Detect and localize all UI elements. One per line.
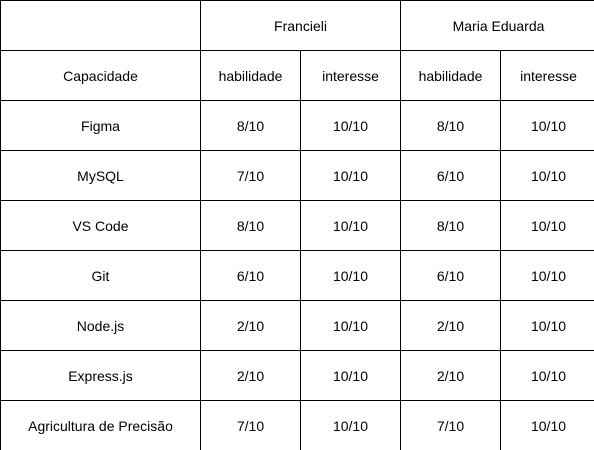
- value-cell: 10/10: [300, 300, 401, 351]
- table-row: Git 6/10 10/10 6/10 10/10: [0, 250, 594, 301]
- value-cell: 10/10: [499, 350, 594, 401]
- value-cell: 7/10: [200, 400, 301, 450]
- value-cell: 8/10: [200, 200, 301, 251]
- value-cell: 8/10: [400, 100, 501, 151]
- value-cell: 6/10: [200, 250, 301, 301]
- capacidade-cell: Agricultura de Precisão: [0, 400, 201, 450]
- value-cell: 10/10: [499, 400, 594, 450]
- value-cell: 8/10: [400, 200, 501, 251]
- person-header-francieli: Francieli: [200, 0, 401, 51]
- value-cell: 6/10: [400, 250, 501, 301]
- value-cell: 10/10: [300, 100, 401, 151]
- value-cell: 7/10: [200, 150, 301, 201]
- table-row: MySQL 7/10 10/10 6/10 10/10: [0, 150, 594, 201]
- capacidade-header: Capacidade: [0, 50, 201, 101]
- table-row: Express.js 2/10 10/10 2/10 10/10: [0, 350, 594, 401]
- value-cell: 2/10: [200, 350, 301, 401]
- value-cell: 8/10: [200, 100, 301, 151]
- table-row: Agricultura de Precisão 7/10 10/10 7/10 …: [0, 400, 594, 450]
- table-row: VS Code 8/10 10/10 8/10 10/10: [0, 200, 594, 251]
- value-cell: 10/10: [300, 350, 401, 401]
- value-cell: 10/10: [499, 100, 594, 151]
- person-header-row: Francieli Maria Eduarda: [0, 0, 594, 51]
- skills-table-container: Francieli Maria Eduarda Capacidade habil…: [0, 0, 594, 450]
- skills-table: Francieli Maria Eduarda Capacidade habil…: [0, 0, 594, 450]
- value-cell: 2/10: [400, 350, 501, 401]
- table-row: Figma 8/10 10/10 8/10 10/10: [0, 100, 594, 151]
- table-row: Node.js 2/10 10/10 2/10 10/10: [0, 300, 594, 351]
- capacidade-cell: Node.js: [0, 300, 201, 351]
- interesse-header-francieli: interesse: [300, 50, 401, 101]
- value-cell: 10/10: [300, 150, 401, 201]
- value-cell: 10/10: [499, 150, 594, 201]
- value-cell: 10/10: [499, 300, 594, 351]
- habilidade-header-francieli: habilidade: [200, 50, 301, 101]
- value-cell: 6/10: [400, 150, 501, 201]
- value-cell: 10/10: [300, 400, 401, 450]
- column-header-row: Capacidade habilidade interesse habilida…: [0, 50, 594, 101]
- capacidade-cell: MySQL: [0, 150, 201, 201]
- value-cell: 2/10: [200, 300, 301, 351]
- value-cell: 2/10: [400, 300, 501, 351]
- value-cell: 7/10: [400, 400, 501, 450]
- capacidade-cell: Express.js: [0, 350, 201, 401]
- empty-corner-cell: [0, 0, 201, 51]
- capacidade-cell: Git: [0, 250, 201, 301]
- interesse-header-maria-eduarda: interesse: [499, 50, 594, 101]
- habilidade-header-maria-eduarda: habilidade: [400, 50, 501, 101]
- value-cell: 10/10: [300, 200, 401, 251]
- value-cell: 10/10: [300, 250, 401, 301]
- person-header-maria-eduarda: Maria Eduarda: [399, 0, 594, 51]
- value-cell: 10/10: [499, 200, 594, 251]
- capacidade-cell: VS Code: [0, 200, 201, 251]
- capacidade-cell: Figma: [0, 100, 201, 151]
- value-cell: 10/10: [499, 250, 594, 301]
